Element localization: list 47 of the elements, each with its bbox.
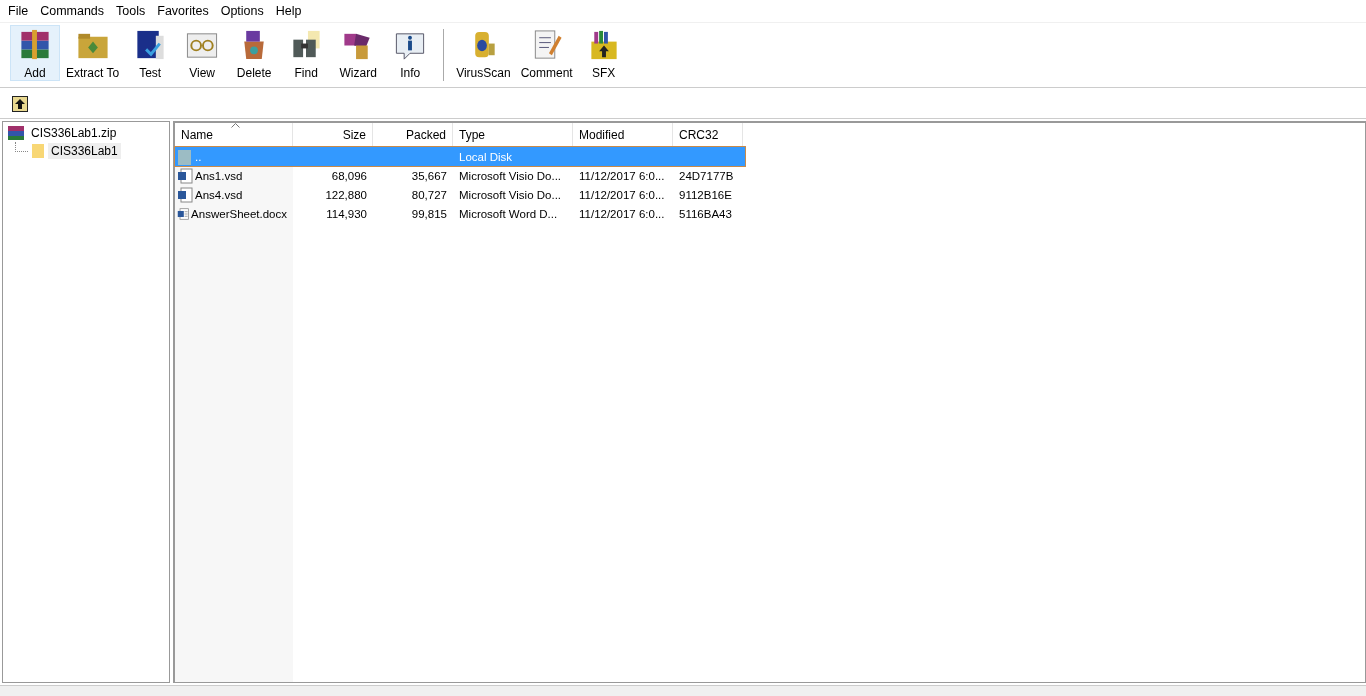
toolbar-button[interactable]: Add [10,25,60,81]
table-cell-text: Local Disk [458,150,514,163]
menu-item[interactable]: Options [214,4,270,18]
table-cell-text: 11/12/2017 6:0... [578,188,666,201]
file-row[interactable]: Ans4.vsd 122,880 80,727 Microsoft Visio Do... 11/12/2017 6:0... 9112B16E [175,185,745,204]
toolbar-button[interactable]: Wizard [333,25,384,81]
table-cell-text: Microsoft Word D... [458,207,559,220]
column-header[interactable]: Name [175,123,293,147]
folder-icon [31,143,45,159]
table-cell-text: Microsoft Visio Do... [458,188,563,201]
menu-item[interactable]: Commands [34,4,111,18]
tree-item[interactable]: CIS336Lab1.zip [28,125,120,141]
table-cell-text: 11/12/2017 6:0... [578,207,666,220]
toolbar-button[interactable]: View [177,25,228,81]
toolbar-button[interactable]: VirusScan [452,25,515,81]
table-cell-text: Microsoft Visio Do... [458,169,563,182]
file-name: Ans4.vsd [195,188,243,201]
table-cell-text: 5116BA43 [678,207,733,220]
tree-item[interactable]: CIS336Lab1 [48,143,121,159]
file-name: .. [195,150,202,163]
table-cell-text: 11/12/2017 6:0... [578,169,666,182]
table-cell-text: 35,667 [410,169,448,182]
table-cell-text: 99,815 [410,207,448,220]
toolbar-button[interactable]: Extract To [62,25,124,81]
menu-item[interactable]: Tools [110,4,152,18]
file-name: Ans1.vsd [195,169,243,182]
archive-icon [7,125,25,141]
parent-folder-icon [177,148,193,165]
toolbar-button[interactable]: Info [385,25,436,81]
table-cell-text: 122,880 [324,188,368,201]
table-cell-text: 9112B16E [678,188,733,201]
toolbar-button[interactable]: Test [125,25,176,81]
up-folder-icon[interactable] [12,96,28,112]
toolbar-button[interactable]: Delete [229,25,280,81]
toolbar-button[interactable]: SFX [578,25,629,81]
menu-item[interactable]: File [2,4,35,18]
toolbar-button[interactable]: Find [281,25,332,81]
table-cell-text: 114,930 [325,207,368,220]
file-row[interactable]: Ans1.vsd 68,096 35,667 Microsoft Visio Do... 11/12/2017 6:0... 24D7177B [175,166,745,185]
table-cell-text: 80,727 [410,188,448,201]
menu-item[interactable]: Favorites [151,4,215,18]
table-cell-text: 68,096 [330,169,368,182]
file-row[interactable]: AnswerSheet.docx 114,930 99,815 Microsoft Word D... 11/12/2017 6:0... 5116BA43 [175,204,745,223]
toolbar-button[interactable]: Comment [516,25,577,81]
file-name: AnswerSheet.docx [191,207,287,220]
table-cell-text: 24D7177B [678,169,735,182]
menu-item[interactable]: Help [269,4,308,18]
